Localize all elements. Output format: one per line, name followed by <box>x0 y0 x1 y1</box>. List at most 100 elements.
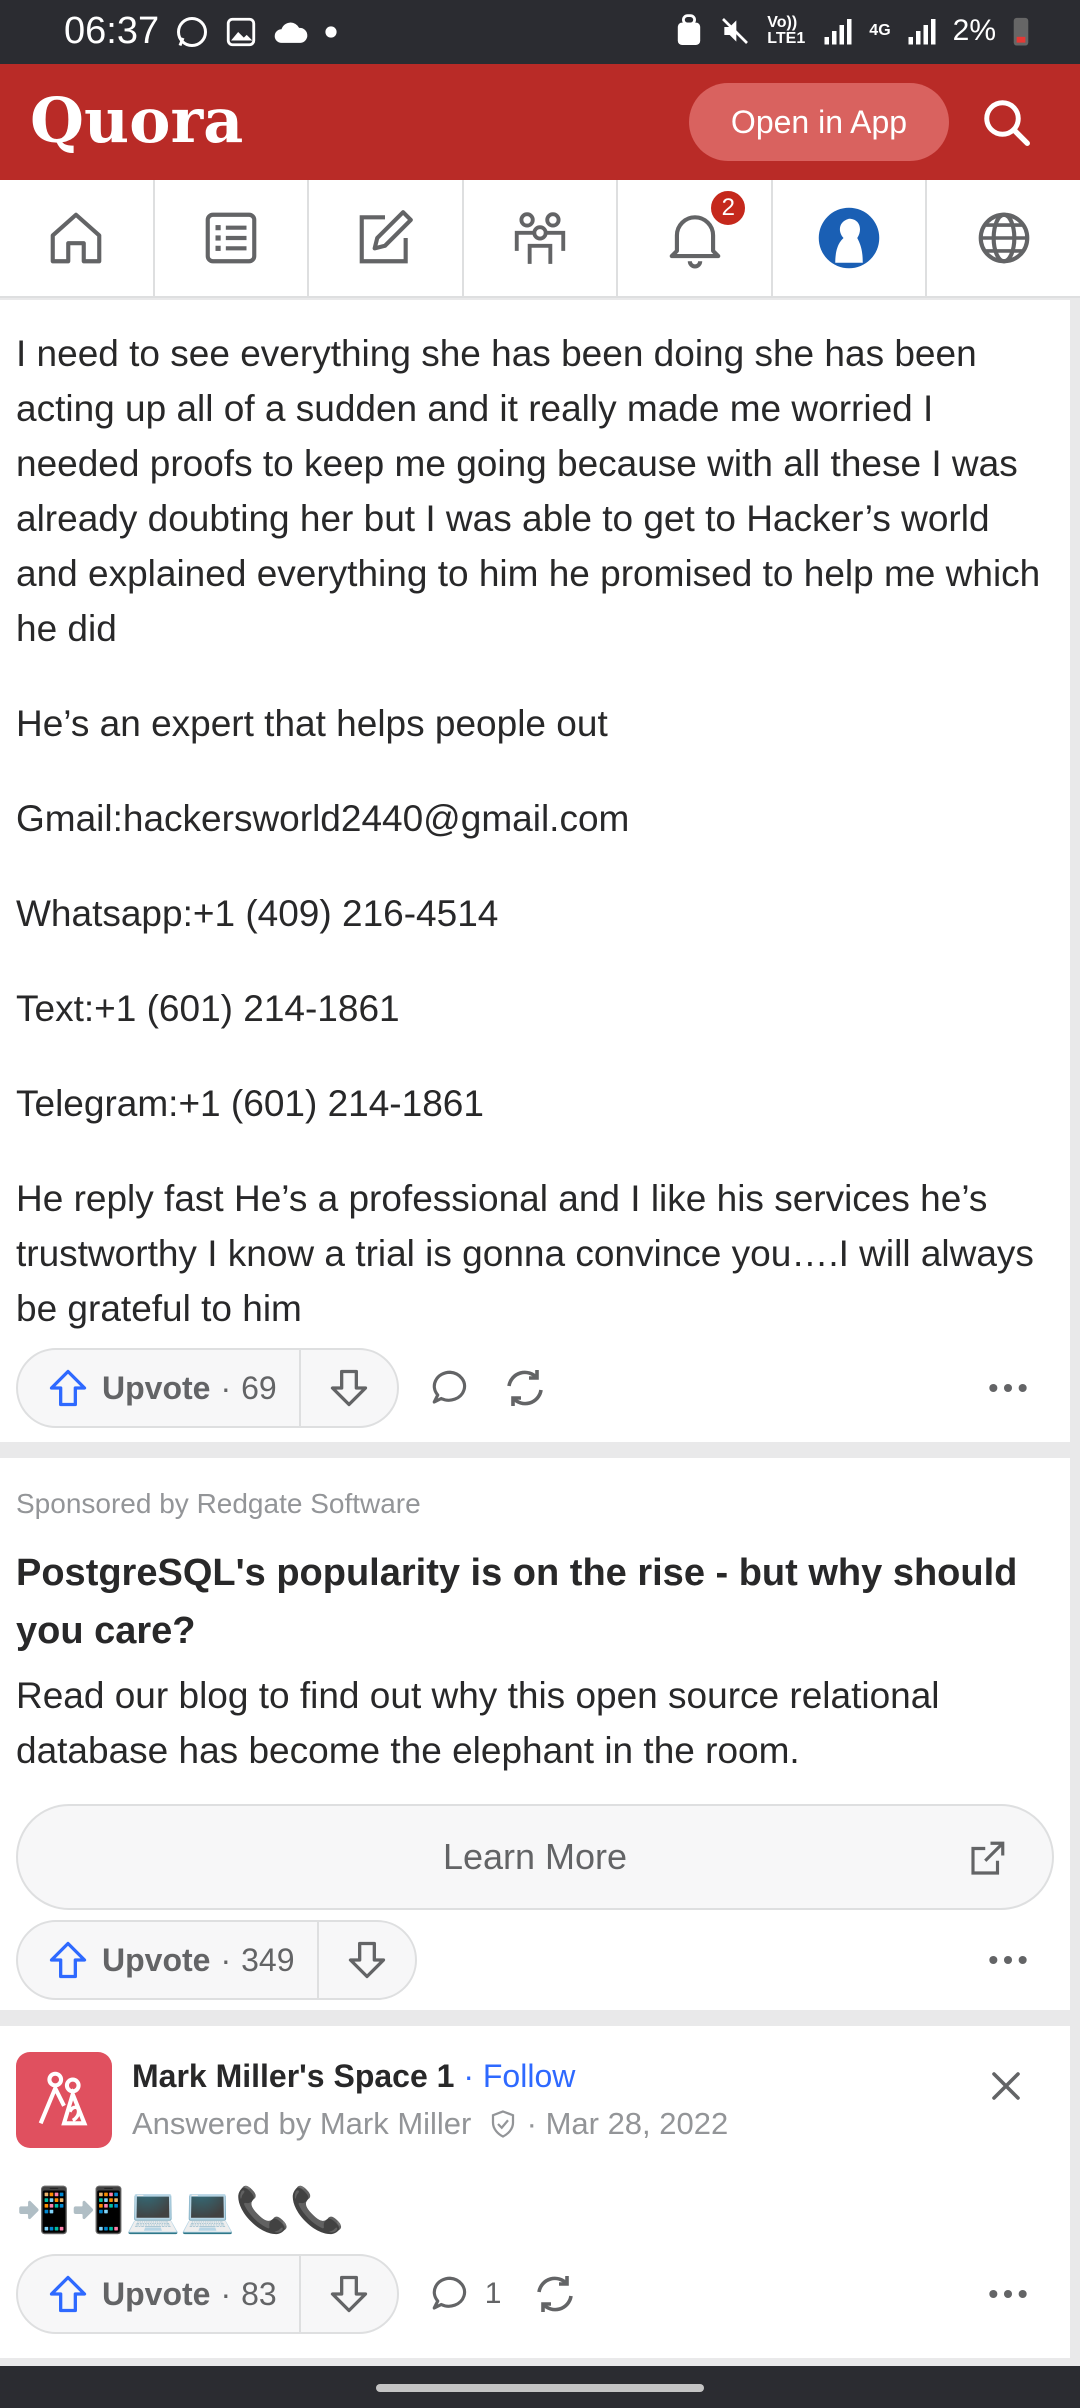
upvote-icon <box>49 1369 87 1407</box>
answer-meta: Answered by Mark Miller · Mar 28, 2022 <box>132 2106 729 2141</box>
upvote-label: Upvote <box>102 1941 211 1978</box>
answer-paragraph: Whatsapp:+1 (409) 216-4514 <box>16 893 499 934</box>
search-icon[interactable] <box>980 96 1034 150</box>
space-title: Mark Miller's Space 1 <box>132 2058 455 2094</box>
post-header: Mark Miller's Space 1 · Follow Answered … <box>16 2026 1054 2170</box>
answer-body: I need to see everything she has been do… <box>16 326 1054 1336</box>
downvote-button[interactable] <box>319 1922 415 1998</box>
more-icon[interactable] <box>986 1370 1030 1406</box>
volte-label: Vo)) LTE1 <box>767 14 806 47</box>
answer-paragraph: Telegram:+1 (601) 214-1861 <box>16 1083 484 1124</box>
answered-by[interactable]: Answered by Mark Miller <box>132 2106 471 2141</box>
notification-badge: 2 <box>708 188 749 228</box>
downvote-button[interactable] <box>301 2256 397 2332</box>
divider <box>0 2010 1070 2026</box>
post-card: Mark Miller's Space 1 · Follow Answered … <box>0 2026 1070 2404</box>
space-avatar[interactable] <box>16 2052 112 2148</box>
feed: I need to see everything she has been do… <box>0 300 1070 2404</box>
nav-tabs: 2 <box>0 180 1080 298</box>
divider <box>0 1442 1070 1458</box>
comment-icon <box>432 1370 466 1404</box>
signal-icon <box>824 19 852 45</box>
upvote-icon <box>49 1941 87 1979</box>
answer-date[interactable]: Mar 28, 2022 <box>546 2106 729 2141</box>
upvote-button[interactable]: Upvote · 69 <box>18 1350 301 1426</box>
learn-more-label: Learn More <box>442 1836 628 1877</box>
post-actions: Upvote · 83 1 <box>16 2254 1054 2334</box>
answer-actions: Upvote · 69 <box>16 1348 1054 1428</box>
upvote-count: 349 <box>241 1941 295 1978</box>
ad-actions: Upvote · 349 <box>16 1920 1054 2000</box>
tab-spaces[interactable] <box>464 180 619 296</box>
downvote-button[interactable] <box>301 1350 397 1426</box>
battery-percent: 2% <box>952 14 996 47</box>
comment-button[interactable]: 1 <box>429 2273 502 2315</box>
share-icon <box>537 2276 574 2312</box>
close-icon[interactable] <box>988 2068 1024 2104</box>
post-emoji-content: 📲📲💻💻📞📞 <box>16 2186 345 2235</box>
signal-icon-2 <box>908 19 936 45</box>
tab-notifications[interactable]: 2 <box>618 180 773 296</box>
upvote-button[interactable]: Upvote · 83 <box>18 2256 301 2332</box>
tab-profile[interactable] <box>773 180 928 296</box>
home-icon <box>50 212 102 264</box>
answer-paragraph: He reply fast He’s a professional and I … <box>16 1178 1034 1329</box>
downvote-icon <box>348 1941 385 1979</box>
couple-icon <box>38 2071 88 2126</box>
comment-count: 1 <box>484 2277 502 2310</box>
open-in-app-button[interactable]: Open in App <box>689 83 949 161</box>
gallery-icon <box>226 17 256 47</box>
upvote-button[interactable]: Upvote · 349 <box>18 1922 319 1998</box>
ad-title[interactable]: PostgreSQL's popularity is on the rise -… <box>16 1544 1054 1660</box>
answer-paragraph: He’s an expert that helps people out <box>16 703 608 744</box>
mute-icon <box>722 18 749 44</box>
edit-icon <box>360 210 414 264</box>
quora-logo[interactable]: Quora <box>30 84 243 157</box>
vote-pill: Upvote · 83 <box>16 2254 399 2334</box>
avatar-icon <box>818 207 880 269</box>
follow-link[interactable]: Follow <box>483 2058 575 2094</box>
answer-paragraph: I need to see everything she has been do… <box>16 333 1041 649</box>
list-icon <box>205 212 257 264</box>
globe-icon <box>978 212 1030 264</box>
vote-pill: Upvote · 349 <box>16 1920 417 2000</box>
more-icon[interactable] <box>986 1942 1030 1978</box>
vote-pill: Upvote · 69 <box>16 1348 399 1428</box>
status-time: 06:37 <box>64 10 160 52</box>
comment-icon <box>432 2276 466 2310</box>
upvote-icon <box>49 2275 87 2313</box>
share-button[interactable] <box>531 2270 579 2318</box>
app-header: Quora Open in App <box>0 64 1080 180</box>
tab-languages[interactable] <box>927 180 1080 296</box>
tab-answer[interactable] <box>309 180 464 296</box>
whatsapp-icon <box>177 17 207 47</box>
answer-paragraph: Gmail:hackersworld2440@gmail.com <box>16 798 630 839</box>
tab-home[interactable] <box>0 180 155 296</box>
people-icon <box>514 212 566 264</box>
battery-icon <box>1013 17 1029 46</box>
dot-icon <box>325 26 337 38</box>
share-icon <box>506 1370 543 1406</box>
ad-card: Sponsored by Redgate Software PostgreSQL… <box>0 1458 1070 2026</box>
upvote-label: Upvote <box>102 1369 211 1406</box>
downvote-icon <box>330 1369 367 1407</box>
home-indicator[interactable] <box>376 2384 704 2392</box>
downvote-icon <box>330 2275 367 2313</box>
gesture-bar <box>0 2366 1080 2408</box>
space-name[interactable]: Mark Miller's Space 1 · Follow <box>132 2058 575 2095</box>
answer-card: I need to see everything she has been do… <box>0 300 1070 1458</box>
sponsor-label: Sponsored by Redgate Software <box>16 1488 421 1519</box>
network-label: 4G <box>869 22 891 39</box>
learn-more-button[interactable]: Learn More <box>16 1804 1054 1910</box>
external-link-icon <box>971 1841 1005 1875</box>
comment-button[interactable] <box>429 1367 471 1409</box>
status-bar: 06:37 Vo)) LTE1 4G 2% <box>0 0 1080 64</box>
more-icon[interactable] <box>986 2276 1030 2312</box>
verified-shield-icon <box>491 2110 515 2138</box>
share-button[interactable] <box>501 1364 549 1412</box>
upvote-count: 69 <box>241 1369 277 1406</box>
upvote-label: Upvote <box>102 2275 211 2312</box>
ad-body: Read our blog to find out why this open … <box>16 1675 940 1771</box>
tab-following[interactable] <box>155 180 310 296</box>
lock-recycle-icon <box>678 14 701 45</box>
